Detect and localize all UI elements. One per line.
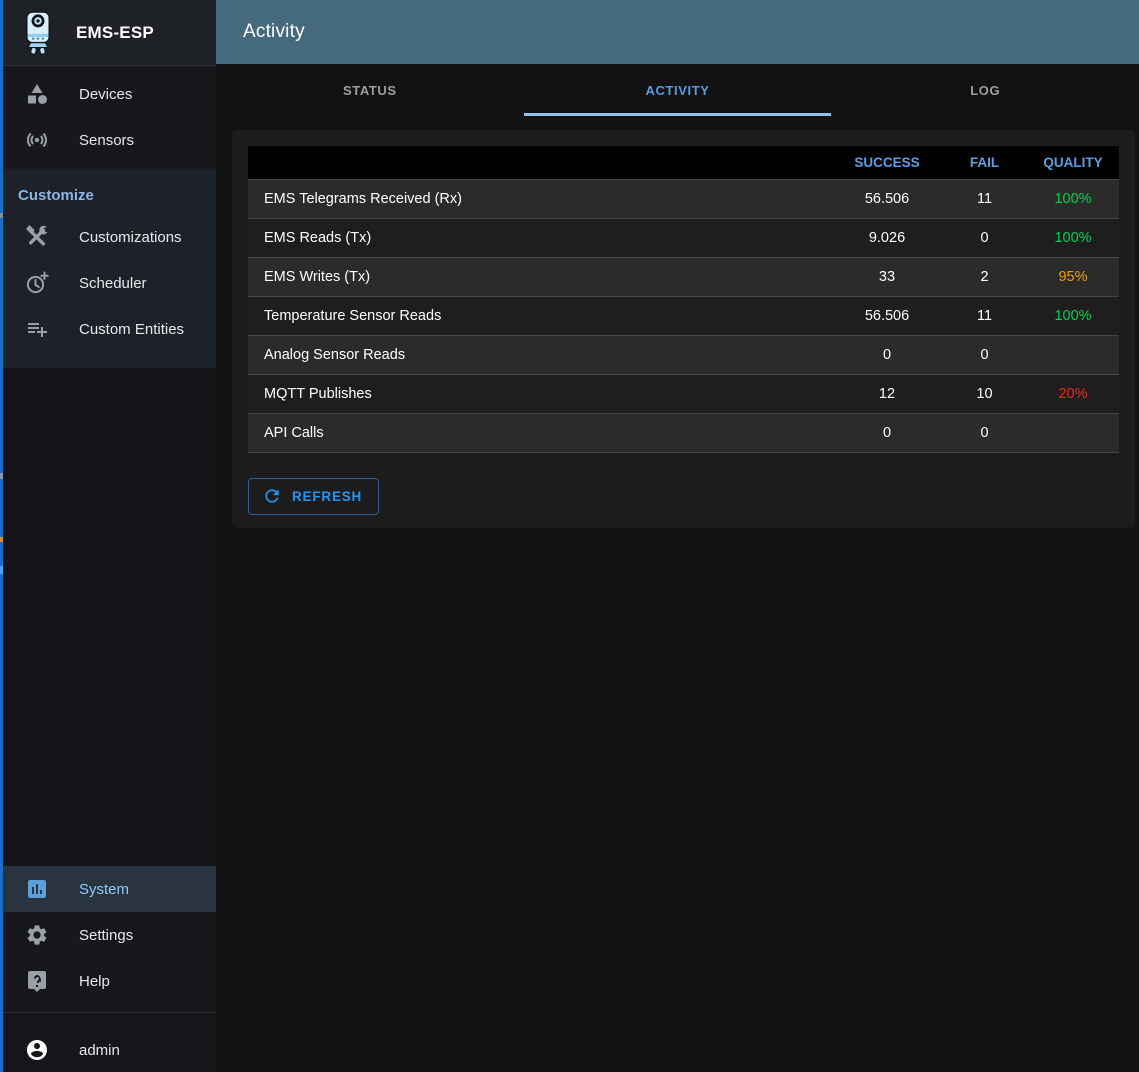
row-label: Analog Sensor Reads xyxy=(248,335,832,374)
gear-icon xyxy=(25,923,49,947)
app-title: EMS-ESP xyxy=(76,23,154,43)
sensors-icon xyxy=(25,128,49,152)
row-fail: 0 xyxy=(942,413,1027,452)
row-success: 9.026 xyxy=(832,218,942,257)
row-fail: 11 xyxy=(942,179,1027,218)
sidebar-item-settings[interactable]: Settings xyxy=(0,912,216,958)
row-label: API Calls xyxy=(248,413,832,452)
refresh-icon xyxy=(262,486,282,506)
row-fail: 10 xyxy=(942,374,1027,413)
sidebar: EMS-ESP Devices Sens xyxy=(0,0,216,1072)
table-row: EMS Writes (Tx) 33 2 95% xyxy=(248,257,1119,296)
row-success: 56.506 xyxy=(832,179,942,218)
activity-card: SUCCESS FAIL QUALITY EMS Telegrams Recei… xyxy=(232,130,1135,528)
sidebar-item-label: Help xyxy=(79,973,110,990)
row-label: Temperature Sensor Reads xyxy=(248,296,832,335)
activity-table: SUCCESS FAIL QUALITY EMS Telegrams Recei… xyxy=(248,146,1119,453)
sidebar-item-label: Custom Entities xyxy=(79,321,184,338)
sidebar-item-custom-entities[interactable]: Custom Entities xyxy=(0,306,216,352)
row-quality: 100% xyxy=(1027,296,1119,335)
row-quality xyxy=(1027,335,1119,374)
row-fail: 2 xyxy=(942,257,1027,296)
construction-icon xyxy=(25,225,49,249)
sidebar-item-help[interactable]: Help xyxy=(0,958,216,1004)
assessment-icon xyxy=(25,877,49,901)
row-success: 33 xyxy=(832,257,942,296)
sidebar-admin-section: admin xyxy=(0,1012,216,1072)
ems-esp-logo-icon xyxy=(17,9,59,57)
help-bubble-icon xyxy=(25,969,49,993)
playlist-add-icon xyxy=(25,317,49,341)
tab-activity[interactable]: ACTIVITY xyxy=(524,64,832,116)
table-row: EMS Reads (Tx) 9.026 0 100% xyxy=(248,218,1119,257)
app-bar: Activity xyxy=(216,0,1139,64)
sidebar-spacer xyxy=(0,368,216,866)
sidebar-item-customizations[interactable]: Customizations xyxy=(0,214,216,260)
sidebar-item-label: Customizations xyxy=(79,229,182,246)
row-success: 56.506 xyxy=(832,296,942,335)
page-title: Activity xyxy=(243,21,305,43)
table-row: API Calls 0 0 xyxy=(248,413,1119,452)
row-fail: 0 xyxy=(942,335,1027,374)
app-root: EMS-ESP Devices Sens xyxy=(0,0,1139,1072)
row-quality: 95% xyxy=(1027,257,1119,296)
table-header: SUCCESS FAIL QUALITY xyxy=(248,146,1119,179)
sidebar-item-devices[interactable]: Devices xyxy=(0,71,216,117)
account-circle-icon xyxy=(25,1038,49,1062)
sidebar-bottom-group: System Settings Help xyxy=(0,866,216,1012)
tab-status[interactable]: STATUS xyxy=(216,64,524,116)
row-label: EMS Reads (Tx) xyxy=(248,218,832,257)
row-label: EMS Telegrams Received (Rx) xyxy=(248,179,832,218)
sidebar-item-label: Scheduler xyxy=(79,275,147,292)
table-row: EMS Telegrams Received (Rx) 56.506 11 10… xyxy=(248,179,1119,218)
refresh-button[interactable]: REFRESH xyxy=(248,478,379,515)
content-area: SUCCESS FAIL QUALITY EMS Telegrams Recei… xyxy=(216,116,1139,1072)
left-edge-strip xyxy=(0,0,3,1072)
active-tab-indicator xyxy=(524,113,832,116)
row-quality: 20% xyxy=(1027,374,1119,413)
refresh-button-label: REFRESH xyxy=(292,489,362,504)
more-time-icon xyxy=(25,271,49,295)
sidebar-item-label: Sensors xyxy=(79,132,134,149)
sidebar-item-label: Settings xyxy=(79,927,133,944)
row-success: 0 xyxy=(832,413,942,452)
sidebar-item-system[interactable]: System xyxy=(0,866,216,912)
row-quality: 100% xyxy=(1027,179,1119,218)
tab-log[interactable]: LOG xyxy=(831,64,1139,116)
sidebar-item-label: admin xyxy=(79,1042,120,1059)
sidebar-customize-group: Customize Customizations xyxy=(0,169,216,368)
row-label: MQTT Publishes xyxy=(248,374,832,413)
edge-mark xyxy=(0,566,3,574)
sidebar-item-sensors[interactable]: Sensors xyxy=(0,117,216,163)
row-quality xyxy=(1027,413,1119,452)
col-header-label xyxy=(248,146,832,179)
category-icon xyxy=(25,82,49,106)
row-fail: 11 xyxy=(942,296,1027,335)
edge-mark xyxy=(0,473,3,479)
sidebar-item-scheduler[interactable]: Scheduler xyxy=(0,260,216,306)
edge-mark xyxy=(0,213,3,218)
row-quality: 100% xyxy=(1027,218,1119,257)
tab-bar: STATUS ACTIVITY LOG xyxy=(216,64,1139,116)
edge-mark xyxy=(0,537,3,542)
sidebar-item-label: System xyxy=(79,881,129,898)
sidebar-item-label: Devices xyxy=(79,86,132,103)
row-fail: 0 xyxy=(942,218,1027,257)
sidebar-header: EMS-ESP xyxy=(0,0,216,66)
main-area: Activity STATUS ACTIVITY LOG SUCCESS FAI… xyxy=(216,0,1139,1072)
table-row: MQTT Publishes 12 10 20% xyxy=(248,374,1119,413)
table-row: Temperature Sensor Reads 56.506 11 100% xyxy=(248,296,1119,335)
table-row: Analog Sensor Reads 0 0 xyxy=(248,335,1119,374)
col-header-quality: QUALITY xyxy=(1027,146,1119,179)
sidebar-main-group: Devices Sensors xyxy=(0,66,216,169)
col-header-fail: FAIL xyxy=(942,146,1027,179)
customize-section-header: Customize xyxy=(0,169,216,214)
sidebar-item-admin[interactable]: admin xyxy=(0,1027,216,1072)
row-label: EMS Writes (Tx) xyxy=(248,257,832,296)
row-success: 12 xyxy=(832,374,942,413)
col-header-success: SUCCESS xyxy=(832,146,942,179)
row-success: 0 xyxy=(832,335,942,374)
